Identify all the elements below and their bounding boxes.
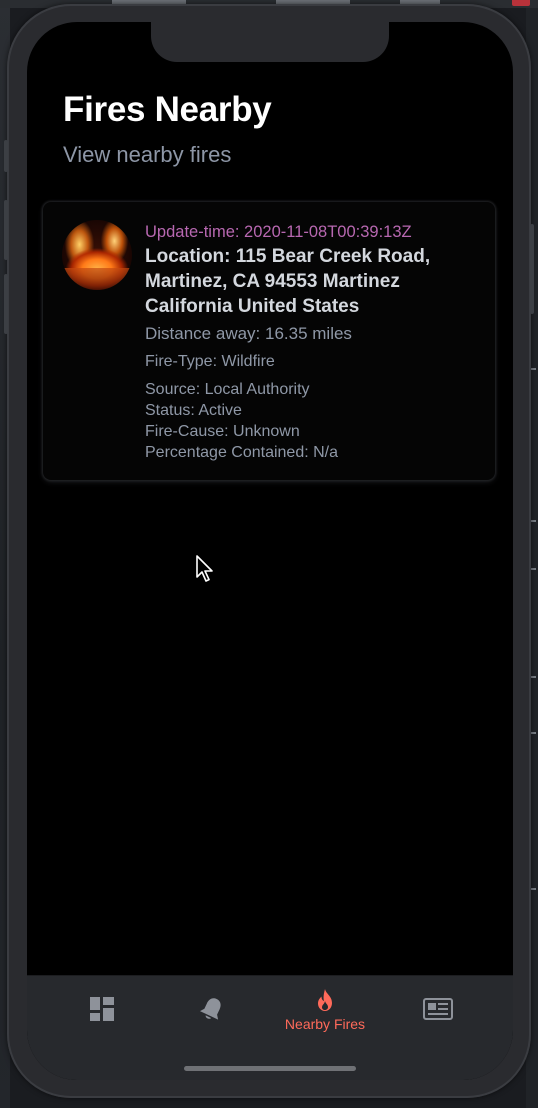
fire-status: Status: Active xyxy=(145,402,242,419)
page-subtitle: View nearby fires xyxy=(63,142,232,167)
tab-nearby-fires[interactable]: Nearby Fires xyxy=(270,976,380,1046)
mute-switch xyxy=(4,140,8,172)
fire-thumbnail-image xyxy=(62,220,132,290)
fire-source: Source: Local Authority xyxy=(145,381,310,398)
tab-nearby-fires-label: Nearby Fires xyxy=(284,1016,366,1032)
app-screen: Fires Nearby View nearby fires Update-ti… xyxy=(27,22,513,1080)
flame-icon xyxy=(318,989,332,1011)
news-icon xyxy=(423,998,453,1020)
fire-type: Fire-Type: Wildfire xyxy=(145,353,275,370)
bell-icon xyxy=(199,998,221,1020)
fire-update-time: Update-time: 2020-11-08T00:39:13Z xyxy=(145,223,412,241)
fire-details: Update-time: 2020-11-08T00:39:13Z Locati… xyxy=(145,222,485,463)
mouse-pointer-icon xyxy=(196,555,213,582)
fire-percentage-contained: Percentage Contained: N/a xyxy=(145,444,339,461)
tab-dashboard[interactable] xyxy=(47,976,157,1046)
home-indicator[interactable] xyxy=(184,1066,356,1071)
notch xyxy=(151,22,389,62)
tab-news[interactable] xyxy=(383,976,493,1046)
phone-frame: Fires Nearby View nearby fires Update-ti… xyxy=(4,4,534,1098)
page-title: Fires Nearby xyxy=(63,90,272,129)
bottom-tab-bar: Nearby Fires xyxy=(27,975,513,1080)
volume-up-button xyxy=(4,200,8,260)
volume-down-button xyxy=(4,274,8,334)
fire-cause: Fire-Cause: Unknown xyxy=(145,423,300,440)
fire-location: Location: 115 Bear Creek Road, Martinez,… xyxy=(145,246,431,317)
tab-alerts[interactable] xyxy=(157,976,267,1046)
dashboard-icon xyxy=(90,997,114,1021)
fire-card[interactable]: Update-time: 2020-11-08T00:39:13Z Locati… xyxy=(43,202,495,480)
power-button xyxy=(530,224,534,314)
fire-distance: Distance away: 16.35 miles xyxy=(145,324,352,343)
